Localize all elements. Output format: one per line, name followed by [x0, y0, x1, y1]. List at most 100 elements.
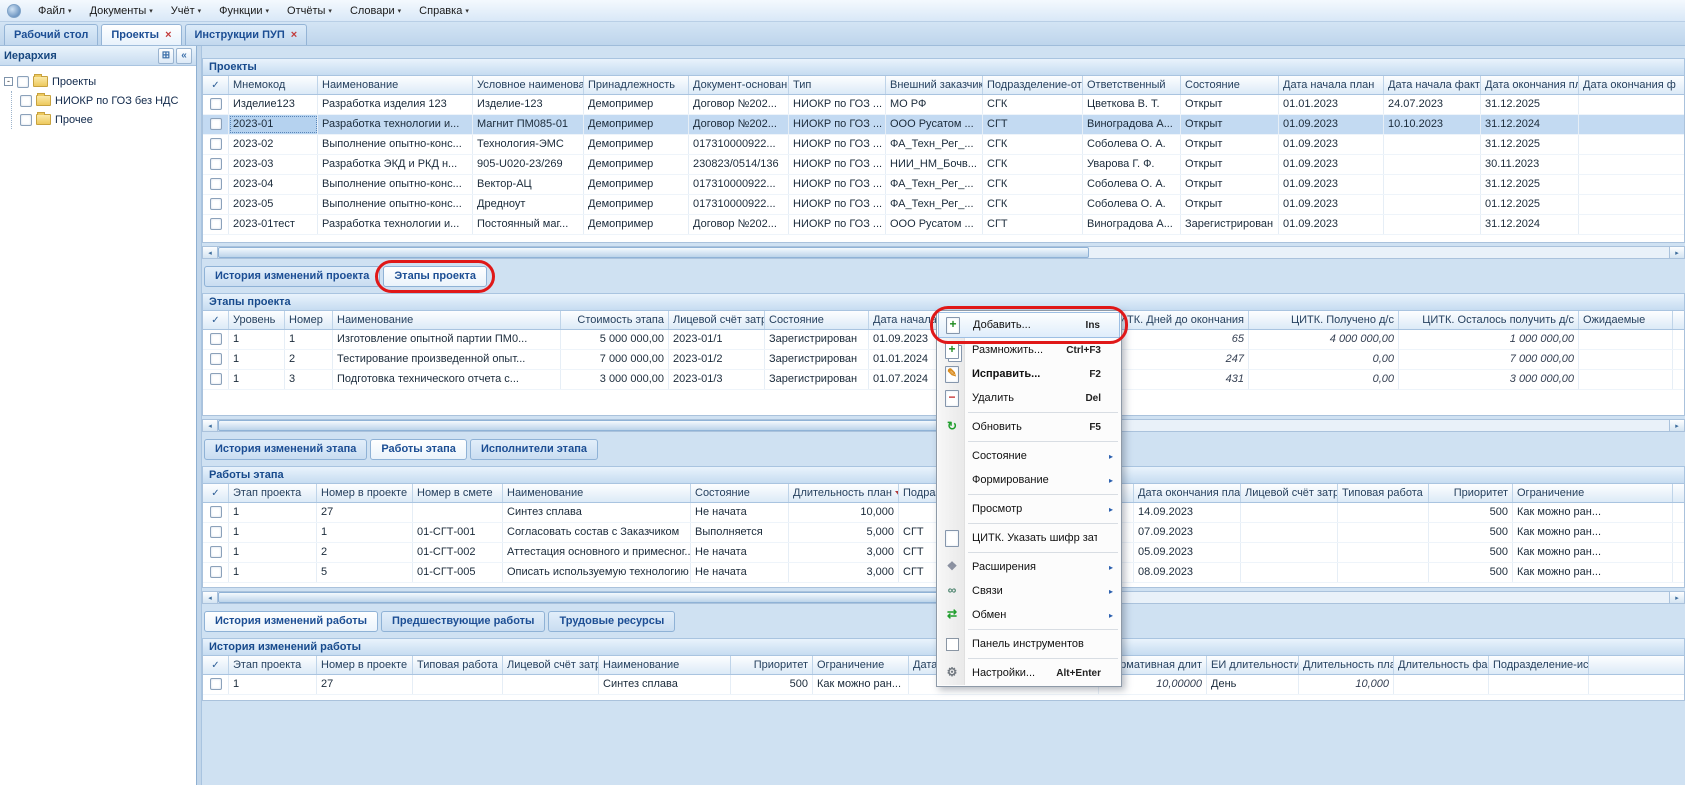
row-checkbox[interactable]	[210, 353, 222, 365]
scroll-right-icon[interactable]: ▸	[1669, 420, 1684, 431]
column-header[interactable]: ✓	[203, 76, 229, 94]
table-row[interactable]: Изделие123Разработка изделия 123Изделие-…	[203, 95, 1684, 115]
menubar-item[interactable]: Справка▾	[410, 2, 478, 20]
column-header[interactable]: Ответственный	[1083, 76, 1181, 94]
column-header[interactable]: Наименование	[599, 656, 731, 674]
column-header[interactable]: Дата окончания ф	[1579, 76, 1685, 94]
column-header[interactable]: Ограничение	[813, 656, 909, 674]
tree-expander-icon[interactable]: -	[4, 77, 13, 86]
table-row[interactable]: 2023-02Выполнение опытно-конс...Технолог…	[203, 135, 1684, 155]
scroll-right-icon[interactable]: ▸	[1669, 592, 1684, 603]
column-header[interactable]: Состояние	[691, 484, 789, 502]
column-header[interactable]: ЦИТК. Осталось получить д/с	[1399, 311, 1579, 329]
table-row[interactable]: 2023-05Выполнение опытно-конс...Дредноут…	[203, 195, 1684, 215]
column-header[interactable]: Документ-основан	[689, 76, 789, 94]
column-header[interactable]: Лицевой счёт затрат.	[669, 311, 765, 329]
row-checkbox[interactable]	[210, 198, 222, 210]
column-header[interactable]: Номер	[285, 311, 333, 329]
menu-item-links[interactable]: ∞Связи▸	[938, 579, 1120, 603]
column-header[interactable]: Этап проекта	[229, 656, 317, 674]
column-header[interactable]: Лицевой счёт затр	[503, 656, 599, 674]
column-header[interactable]: Состояние	[1181, 76, 1279, 94]
column-header[interactable]: Номер в проекте	[317, 656, 413, 674]
column-header[interactable]: Дата окончания план	[1134, 484, 1241, 502]
table-row[interactable]: 2023-04Выполнение опытно-конс...Вектор-А…	[203, 175, 1684, 195]
close-tab-icon[interactable]: ×	[165, 30, 171, 41]
column-header[interactable]: Внешний заказчик	[886, 76, 983, 94]
tree-item-root[interactable]: - Проекты	[2, 72, 194, 91]
row-checkbox[interactable]	[210, 98, 222, 110]
menubar-item[interactable]: Словари▾	[341, 2, 410, 20]
row-checkbox[interactable]	[210, 506, 222, 518]
column-header[interactable]: ЕИ длительности	[1207, 656, 1299, 674]
menu-item-toolbar-panel[interactable]: Панель инструментов	[938, 632, 1120, 656]
column-header[interactable]: Принадлежность	[584, 76, 689, 94]
row-checkbox[interactable]	[210, 373, 222, 385]
menu-item-formation[interactable]: Формирование▸	[938, 468, 1120, 492]
column-header[interactable]: Наименование	[318, 76, 473, 94]
section-tab[interactable]: Предшествующие работы	[381, 611, 545, 632]
section-tab[interactable]: Исполнители этапа	[470, 439, 598, 460]
window-tab[interactable]: Инструкции ПУП×	[185, 24, 308, 45]
column-header[interactable]: Длительность фак	[1394, 656, 1489, 674]
menu-item-extensions[interactable]: ❖Расширения▸	[938, 555, 1120, 579]
menu-item-add[interactable]: +Добавить...Ins	[938, 312, 1120, 338]
section-tab[interactable]: История изменений этапа	[204, 439, 367, 460]
column-header[interactable]: ✓	[203, 311, 229, 329]
table-row[interactable]: 2023-01тестРазработка технологии и...Пос…	[203, 215, 1684, 235]
menu-item-view[interactable]: Просмотр▸	[938, 497, 1120, 521]
column-header[interactable]: ЦИТК. Получено д/с	[1249, 311, 1399, 329]
scrollbar-thumb[interactable]	[218, 247, 1089, 258]
column-header[interactable]: Наименование	[333, 311, 561, 329]
column-header[interactable]: Состояние	[765, 311, 869, 329]
menu-item-citk-cost-code[interactable]: ЦИТК. Указать шифр затрат...	[938, 526, 1120, 550]
column-header[interactable]: Наименование	[503, 484, 691, 502]
sidebar-splitter[interactable]	[197, 46, 202, 785]
menu-item-edit[interactable]: ✎Исправить...F2	[938, 362, 1120, 386]
menubar-item[interactable]: Файл▾	[29, 2, 81, 20]
column-header[interactable]: Уровень	[229, 311, 285, 329]
menu-item-duplicate[interactable]: +Размножить...Ctrl+F3	[938, 338, 1120, 362]
tree-checkbox[interactable]	[20, 114, 32, 126]
menubar-item[interactable]: Отчёты▾	[278, 2, 341, 20]
scroll-left-icon[interactable]: ◂	[203, 420, 218, 431]
section-tab[interactable]: Работы этапа	[370, 439, 467, 460]
column-header[interactable]: Дата окончания пл	[1481, 76, 1579, 94]
column-header[interactable]: Типовая работа	[413, 656, 503, 674]
column-header[interactable]: Ограничение	[1513, 484, 1673, 502]
menu-item-refresh[interactable]: ↻ОбновитьF5	[938, 415, 1120, 439]
tree-item-child[interactable]: НИОКР по ГОЗ без НДС	[20, 91, 194, 110]
column-header[interactable]: ✓	[203, 656, 229, 674]
tree-checkbox[interactable]	[20, 95, 32, 107]
column-header[interactable]: Ожидаемые	[1579, 311, 1673, 329]
column-header[interactable]: Тип	[789, 76, 886, 94]
column-header[interactable]: Длительность план	[789, 484, 899, 502]
tree-item-child[interactable]: Прочее	[20, 110, 194, 129]
menu-item-delete[interactable]: −УдалитьDel	[938, 386, 1120, 410]
row-checkbox[interactable]	[210, 158, 222, 170]
menu-item-state[interactable]: Состояние▸	[938, 444, 1120, 468]
column-header[interactable]: Номер в смете	[413, 484, 503, 502]
window-tab[interactable]: Рабочий стол	[4, 24, 98, 45]
collapse-sidebar-button[interactable]: «	[176, 48, 192, 64]
close-tab-icon[interactable]: ×	[291, 30, 297, 41]
column-header[interactable]: ✓	[203, 484, 229, 502]
table-row[interactable]: 2023-03Разработка ЭКД и РКД н...905-U020…	[203, 155, 1684, 175]
section-tab[interactable]: Этапы проекта	[383, 266, 487, 287]
menubar-item[interactable]: Учёт▾	[162, 2, 210, 20]
window-tab[interactable]: Проекты×	[101, 24, 181, 45]
menubar-item[interactable]: Функции▾	[210, 2, 278, 20]
row-checkbox[interactable]	[210, 333, 222, 345]
scrollbar-thumb[interactable]	[218, 592, 1060, 603]
row-checkbox[interactable]	[210, 678, 222, 690]
row-checkbox[interactable]	[210, 118, 222, 130]
column-header[interactable]: Мнемокод	[229, 76, 318, 94]
column-header[interactable]: Подразделение-от	[983, 76, 1083, 94]
section-tab[interactable]: История изменений работы	[204, 611, 378, 632]
column-header[interactable]: Дата начала план	[1279, 76, 1384, 94]
column-header[interactable]: Приоритет	[731, 656, 813, 674]
column-header[interactable]: Длительность пла	[1299, 656, 1394, 674]
menubar-item[interactable]: Документы▾	[81, 2, 162, 20]
scrollbar-track[interactable]	[218, 247, 1669, 258]
hierarchy-view-button[interactable]: ⊞	[158, 48, 174, 64]
